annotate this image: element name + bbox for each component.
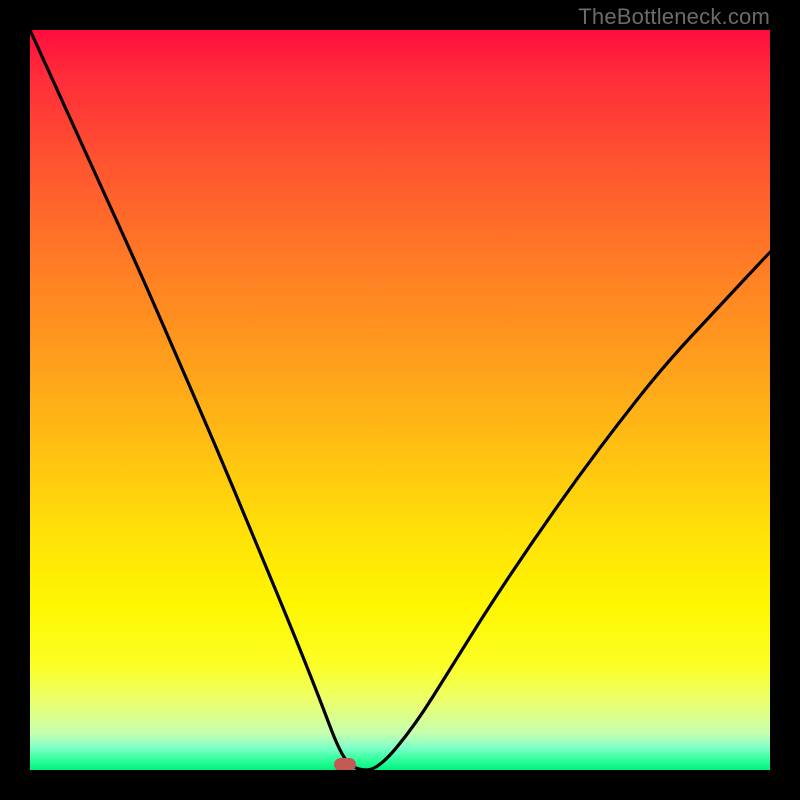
- watermark-text: TheBottleneck.com: [578, 4, 770, 30]
- plot-area: [30, 30, 770, 770]
- chart-frame: TheBottleneck.com: [0, 0, 800, 800]
- bottleneck-curve: [30, 30, 770, 770]
- optimal-point-marker: [334, 758, 356, 770]
